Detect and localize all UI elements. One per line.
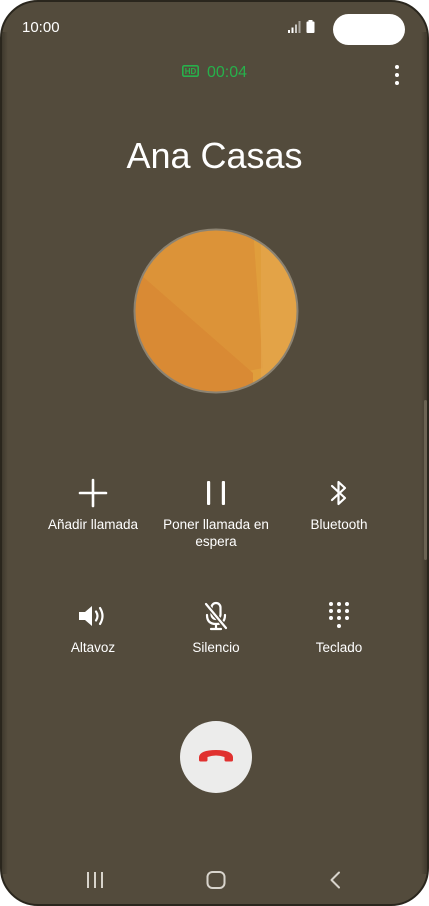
end-call-icon [196, 745, 236, 770]
status-bar: 10:00 [2, 2, 427, 56]
back-icon[interactable] [327, 870, 345, 890]
pause-icon [205, 476, 227, 510]
camera-cutout [333, 14, 405, 45]
bluetooth-button[interactable]: Bluetooth [269, 476, 409, 533]
status-icons [288, 20, 315, 38]
end-call-button[interactable] [180, 721, 252, 793]
keypad-label: Teclado [315, 640, 363, 655]
caller-name: Ana Casas [126, 135, 303, 176]
signal-icon [288, 20, 302, 38]
bluetooth-icon [329, 476, 349, 510]
phone-screen: 10:00 HD 00:04 Ana Casas Añadir llamada … [0, 0, 429, 906]
speaker-icon [77, 599, 109, 633]
mute-button[interactable]: Silencio [146, 599, 286, 656]
speaker-button[interactable]: Altavoz [23, 599, 163, 656]
add-call-label: Añadir llamada [47, 517, 139, 532]
caller-avatar [133, 228, 299, 399]
recent-apps-icon[interactable] [85, 870, 105, 890]
svg-text:HD: HD [185, 67, 197, 76]
bluetooth-label: Bluetooth [310, 517, 368, 532]
add-call-button[interactable]: Añadir llamada [23, 476, 163, 533]
mic-off-icon [202, 599, 230, 633]
hd-voice-icon: HD [181, 64, 199, 82]
mute-label: Silencio [192, 640, 240, 655]
more-options-icon[interactable] [390, 65, 404, 85]
call-status: HD 00:04 [2, 64, 427, 82]
hold-call-label: Poner llamada en espera [163, 517, 269, 549]
call-duration: 00:04 [206, 64, 248, 81]
navigation-bar [2, 862, 427, 902]
battery-icon [306, 20, 315, 38]
home-icon[interactable] [205, 870, 227, 890]
side-button [424, 400, 427, 560]
speaker-label: Altavoz [70, 640, 116, 655]
plus-icon [77, 476, 109, 510]
keypad-button[interactable]: Teclado [269, 599, 409, 656]
status-time: 10:00 [22, 19, 60, 36]
hold-call-button[interactable]: Poner llamada en espera [146, 476, 286, 550]
keypad-icon [327, 599, 351, 633]
